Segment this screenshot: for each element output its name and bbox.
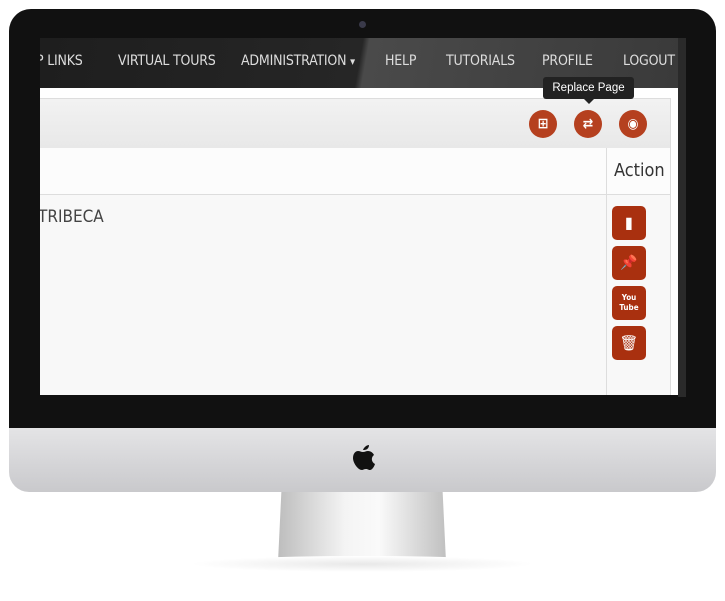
trash-icon: 🗑 — [619, 334, 639, 352]
replace-page-button[interactable]: ⇄ — [574, 110, 602, 138]
nav-item-virtual-tours[interactable]: VIRTUAL TOURS — [118, 53, 216, 69]
nav-item-profile[interactable]: PROFILE — [542, 53, 593, 69]
caret-down-icon: ▾ — [350, 55, 355, 68]
pin-button[interactable]: 📌 — [612, 246, 646, 280]
row-name: TRIBECA — [40, 207, 104, 227]
apple-logo-icon — [353, 445, 375, 470]
nav-item-tutorials[interactable]: TUTORIALS — [446, 53, 515, 69]
youtube-button[interactable]: You Tube — [612, 286, 646, 320]
tooltip: Replace Page — [543, 77, 634, 104]
pushpin-icon: 📌 — [620, 255, 638, 271]
plus-square-icon: ⊞ — [537, 116, 549, 132]
screen: P LINKS VIRTUAL TOURS ADMINISTRATION ▾ H… — [40, 38, 678, 395]
table-header: Action — [40, 148, 670, 195]
nav-item-links[interactable]: P LINKS — [40, 53, 83, 69]
screen-edge — [678, 38, 686, 397]
eye-icon: ◉ — [627, 116, 639, 132]
monitor-stand — [278, 492, 446, 562]
nav-item-help[interactable]: HELP — [385, 53, 416, 69]
column-header-action: Action — [614, 160, 665, 181]
delete-button[interactable]: 🗑 — [612, 326, 646, 360]
table-border — [670, 148, 671, 395]
edit-page-button[interactable]: ▮ — [612, 206, 646, 240]
file-icon: ▮ — [625, 213, 633, 232]
camera-icon — [359, 21, 366, 28]
youtube-icon: You Tube — [619, 293, 639, 312]
nav-label: ADMINISTRATION — [241, 53, 347, 69]
nav-item-logout[interactable]: LOGOUT — [623, 53, 675, 69]
preview-button[interactable]: ◉ — [619, 110, 647, 138]
exchange-icon: ⇄ — [582, 116, 594, 132]
column-divider — [606, 148, 607, 395]
nav-item-administration[interactable]: ADMINISTRATION ▾ — [241, 53, 355, 69]
table-row: TRIBECA — [40, 195, 670, 395]
add-page-button[interactable]: ⊞ — [529, 110, 557, 138]
monitor-base — [190, 556, 535, 572]
